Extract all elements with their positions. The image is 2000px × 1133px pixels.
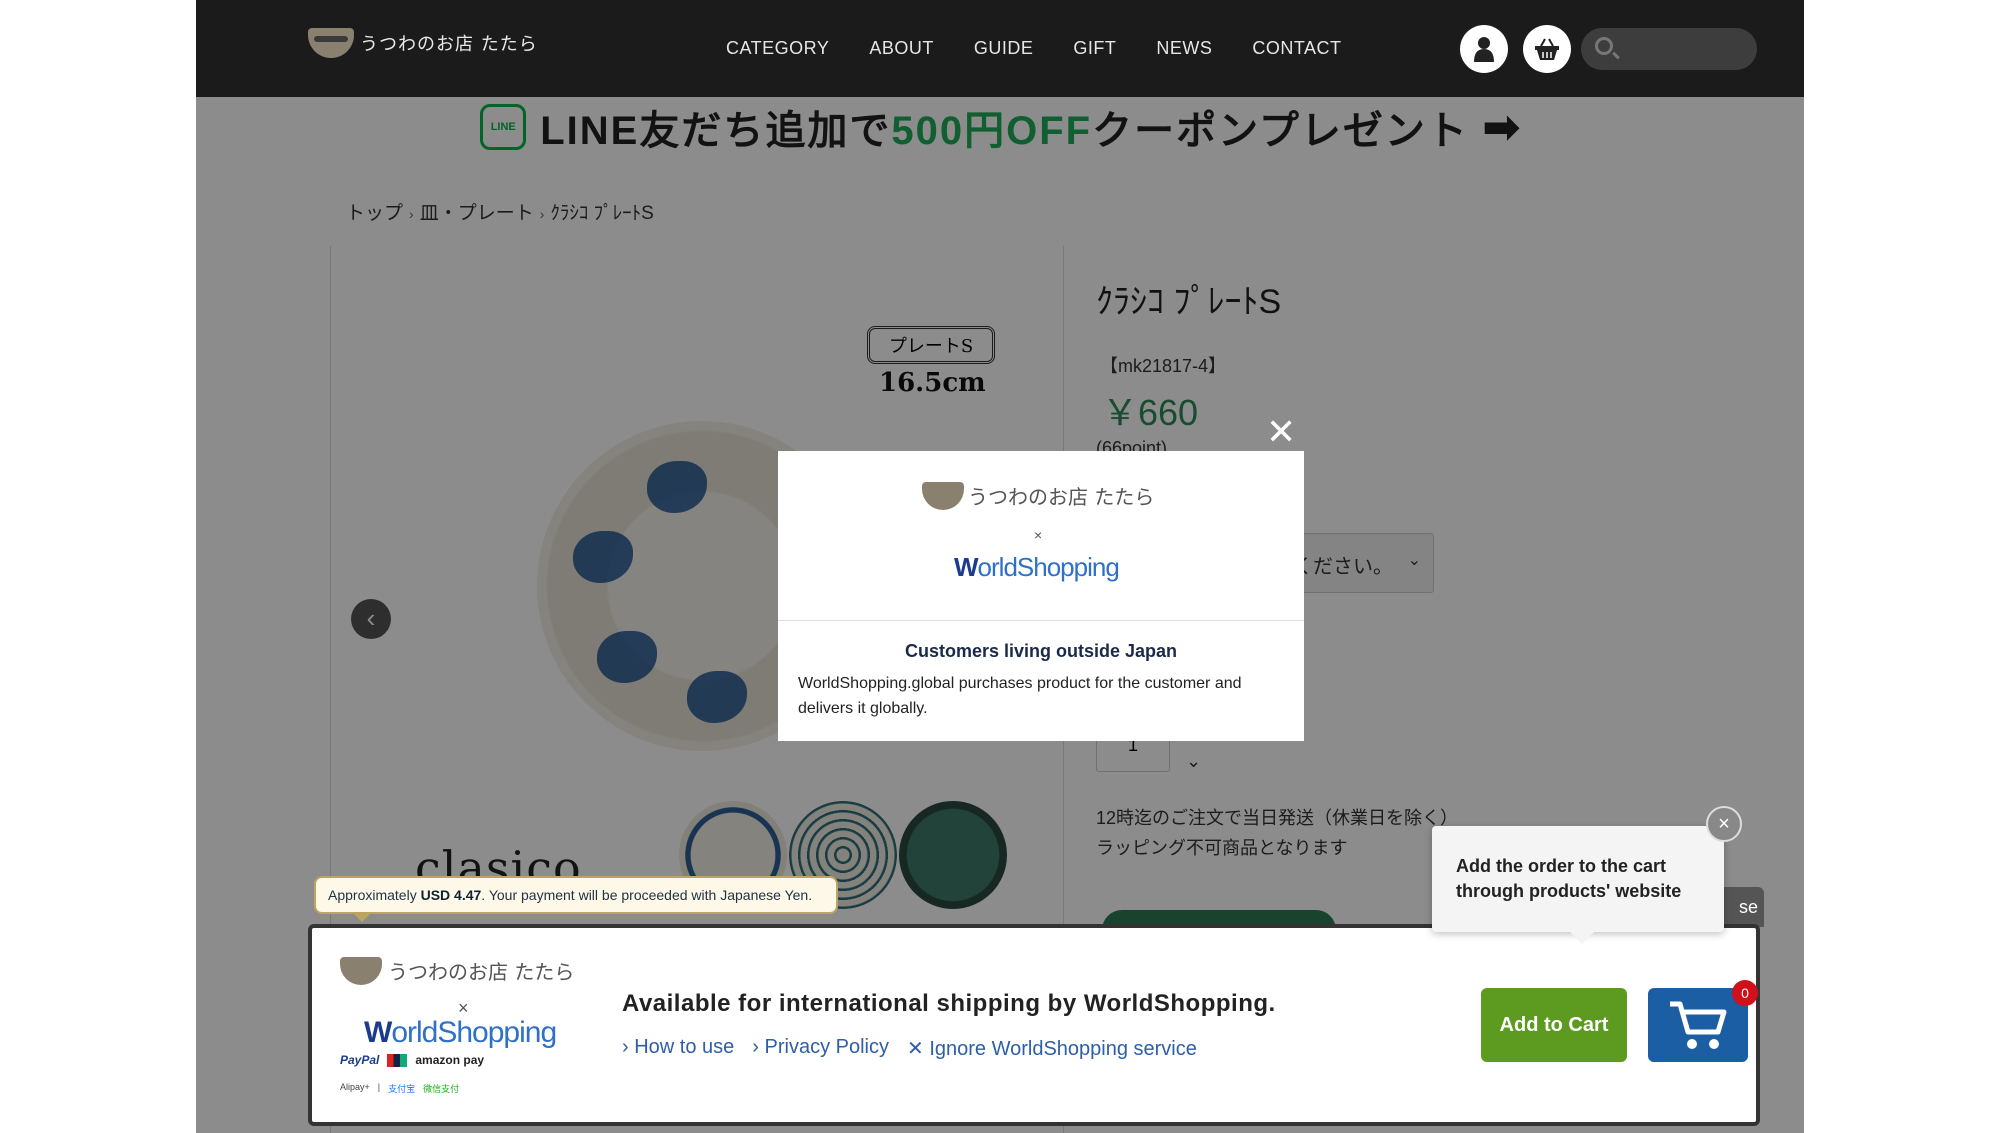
shop-logo-text: うつわのお店 たたら xyxy=(388,960,575,984)
add-order-callout: Add the order to the cart through produc… xyxy=(1432,826,1724,944)
modal-close-button[interactable]: ✕ xyxy=(1266,412,1296,452)
page: うつわのお店 たたら CATEGORY ABOUT GUIDE GIFT NEW… xyxy=(196,0,1804,1133)
cart-count-badge: 0 xyxy=(1732,980,1758,1006)
ws-links: › How to use › Privacy Policy ✕ Ignore W… xyxy=(622,1036,1197,1061)
ws-logo-w: W xyxy=(364,1016,392,1049)
ignore-ws-link[interactable]: ✕ Ignore WorldShopping service xyxy=(907,1036,1197,1061)
usd-amount: USD 4.47 xyxy=(420,887,482,903)
paypal-logo: PayPal xyxy=(340,1053,380,1067)
wechat-pay-logo: 微信支付 xyxy=(423,1084,460,1094)
nav-news[interactable]: NEWS xyxy=(1156,38,1212,59)
logo-text: うつわのお店 たたら xyxy=(360,34,538,55)
search-input[interactable] xyxy=(1581,28,1757,70)
ws-heading: Available for international shipping by … xyxy=(622,990,1276,1017)
modal-heading: Customers living outside Japan xyxy=(904,641,1178,661)
pay-divider: | xyxy=(377,1082,381,1092)
user-icon xyxy=(1474,37,1494,62)
nav-about[interactable]: ABOUT xyxy=(869,38,934,59)
modal-times-separator: × xyxy=(1034,527,1043,543)
chevron-right-icon: › xyxy=(622,1036,635,1058)
close-icon: ✕ xyxy=(906,1038,930,1060)
site-header: うつわのお店 たたら CATEGORY ABOUT GUIDE GIFT NEW… xyxy=(196,0,1804,97)
add-to-cart-button[interactable]: Add to Cart xyxy=(1481,988,1627,1062)
callout-close-button[interactable]: × xyxy=(1706,806,1742,842)
bowl-logo-icon xyxy=(308,28,354,58)
usd-prefix: Approximately xyxy=(328,887,421,903)
privacy-policy-label: Privacy Policy xyxy=(764,1036,889,1058)
nav-gift[interactable]: GIFT xyxy=(1073,38,1116,59)
unionpay-icon xyxy=(387,1053,408,1067)
modal-worldshopping-logo: WorldShopping xyxy=(954,552,1120,583)
site-logo[interactable]: うつわのお店 たたら xyxy=(308,28,538,58)
modal-logos: うつわのお店 たたら × WorldShopping xyxy=(778,451,1304,621)
basket-icon xyxy=(1535,38,1559,60)
privacy-policy-link[interactable]: › Privacy Policy xyxy=(752,1036,889,1061)
usd-price-tooltip: Approximately USD 4.47. Your payment wil… xyxy=(314,876,838,922)
shop-logo: うつわのお店 たたら xyxy=(340,956,574,985)
ws-cart-button[interactable]: 0 xyxy=(1648,980,1758,1062)
worldshopping-modal: うつわのお店 たたら × WorldShopping Customers liv… xyxy=(778,451,1304,741)
cart-icon xyxy=(1670,1001,1727,1049)
amazon-pay-logo: amazon pay xyxy=(415,1053,485,1067)
how-to-use-label: How to use xyxy=(634,1036,735,1058)
chevron-right-icon: › xyxy=(752,1036,765,1058)
alipay-plus-logo: Alipay+ xyxy=(340,1082,370,1092)
modal-body: WorldShopping.global purchases product f… xyxy=(798,675,1242,717)
worldshopping-bar: うつわのお店 たたら × WorldShopping PayPal amazon… xyxy=(308,924,1760,1126)
nav-contact[interactable]: CONTACT xyxy=(1252,38,1341,59)
ws-logo-rest: orldShopping xyxy=(391,1016,557,1049)
basket-button[interactable] xyxy=(1523,25,1571,73)
ignore-ws-label: Ignore WorldShopping service xyxy=(929,1038,1197,1060)
modal-shop-logo: うつわのお店 たたら xyxy=(922,481,1154,510)
modal-ws-logo-w: W xyxy=(954,552,979,582)
alipay-logo: 支付宝 xyxy=(388,1084,416,1094)
nav-category[interactable]: CATEGORY xyxy=(726,38,829,59)
nav-guide[interactable]: GUIDE xyxy=(974,38,1034,59)
modal-shop-logo-text: うつわのお店 たたら xyxy=(968,485,1155,509)
callout-text: Add the order to the cart through produc… xyxy=(1456,856,1682,901)
search-icon xyxy=(1595,37,1613,55)
payment-logos-small: Alipay+ | 支付宝 微信支付 xyxy=(340,1082,459,1095)
account-button[interactable] xyxy=(1460,25,1508,73)
how-to-use-link[interactable]: › How to use xyxy=(622,1036,734,1061)
usd-suffix: . Your payment will be proceeded with Ja… xyxy=(481,887,813,903)
bowl-logo-icon xyxy=(340,956,382,985)
payment-logos: PayPal amazon pay xyxy=(340,1053,484,1067)
modal-ws-logo-rest: orldShopping xyxy=(977,552,1120,582)
worldshopping-logo: WorldShopping xyxy=(364,1016,557,1050)
bowl-logo-icon xyxy=(922,481,964,510)
main-nav: CATEGORY ABOUT GUIDE GIFT NEWS CONTACT xyxy=(726,38,1342,59)
